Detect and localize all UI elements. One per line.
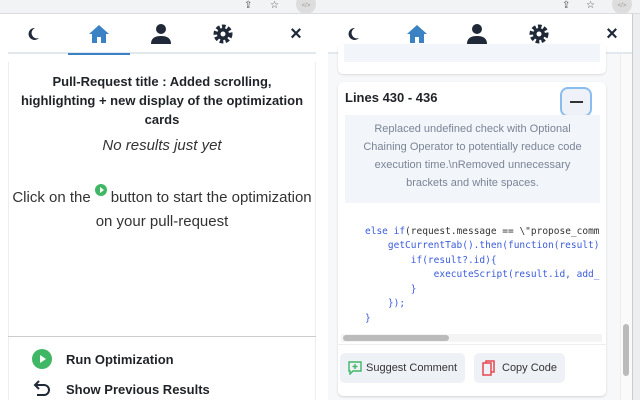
left-extension-panel: ⇪ ☆ </> × Pull-Request title : Added scr… xyxy=(0,0,320,400)
home-icon xyxy=(407,24,427,43)
share-icon[interactable]: ⇪ xyxy=(244,0,252,11)
close-icon: × xyxy=(606,22,618,45)
code-line: } xyxy=(365,312,371,324)
extension-icon[interactable]: </> xyxy=(296,0,316,14)
hint-after: button to start the optimization on your… xyxy=(95,189,312,230)
theme-toggle-button[interactable] xyxy=(18,14,48,54)
optimization-description: Replaced undefined check with Optional C… xyxy=(345,115,600,203)
copy-code-button[interactable]: Copy Code xyxy=(474,353,566,383)
close-button[interactable]: × xyxy=(284,14,308,54)
code-line: executeScript(result.id, add_ xyxy=(365,269,600,280)
card-actions: Suggest Comment Copy Code xyxy=(338,344,606,396)
show-previous-results-label: Show Previous Results xyxy=(66,381,210,397)
right-extension-panel: ⇪ ☆ </> × Lines 430 - 436 Replaced undef… xyxy=(320,0,640,400)
code-line: } xyxy=(365,283,417,295)
browser-toolbar: ⇪ ☆ </> xyxy=(0,0,320,14)
show-previous-results-button[interactable]: Show Previous Results xyxy=(32,379,210,399)
no-results-text: No results just yet xyxy=(102,137,222,154)
nav-bar: × xyxy=(8,14,316,55)
hint-text: Click on the button to start the optimiza… xyxy=(9,184,315,234)
vertical-scrollbar[interactable] xyxy=(620,54,632,400)
user-icon xyxy=(467,24,487,44)
collapse-button[interactable] xyxy=(560,87,592,117)
page-edge xyxy=(632,14,640,400)
user-icon xyxy=(151,24,171,44)
pr-title: Pull-Request title : Added scrolling, hi… xyxy=(20,74,304,127)
optimization-card: Lines 430 - 436 Replaced undefined check… xyxy=(338,82,606,396)
play-circle-icon xyxy=(32,349,52,369)
copy-code-label: Copy Code xyxy=(502,362,558,374)
tab-profile[interactable] xyxy=(146,14,176,54)
share-icon[interactable]: ⇪ xyxy=(562,0,570,11)
copy-icon xyxy=(482,360,495,376)
undo-arrow-icon xyxy=(33,380,50,396)
close-icon: × xyxy=(290,22,302,45)
home-icon xyxy=(89,24,109,43)
suggest-comment-label: Suggest Comment xyxy=(366,362,458,374)
tab-settings[interactable] xyxy=(208,14,238,54)
gear-icon xyxy=(213,24,233,44)
browser-toolbar: ⇪ ☆ </> xyxy=(320,0,640,14)
hint-before: Click on the xyxy=(12,189,91,206)
run-optimization-label: Run Optimization xyxy=(66,351,174,367)
optimization-list[interactable]: Lines 430 - 436 Replaced undefined check… xyxy=(328,44,628,400)
previous-optimization-card xyxy=(338,44,606,74)
run-optimization-button[interactable]: Run Optimization xyxy=(32,349,174,369)
minus-icon xyxy=(569,101,583,103)
comment-plus-icon xyxy=(348,361,362,375)
bookmark-star-icon[interactable]: ☆ xyxy=(270,0,279,11)
code-line: if(result?.id){ xyxy=(365,254,497,266)
suggest-comment-button[interactable]: Suggest Comment xyxy=(340,353,466,383)
card-title: Lines 430 - 436 xyxy=(345,90,438,105)
moon-icon xyxy=(28,27,39,40)
footer-menu: Run Optimization Show Previous Results xyxy=(8,336,316,400)
code-line: else if(request.message == \"propose_com… xyxy=(365,225,600,237)
tab-home[interactable] xyxy=(68,14,130,55)
code-line: getCurrentTab().then(function(result) xyxy=(365,240,600,251)
bookmark-star-icon[interactable]: ☆ xyxy=(586,0,595,11)
extension-icon[interactable]: </> xyxy=(612,0,632,14)
play-icon xyxy=(94,184,107,196)
horizontal-scrollbar[interactable] xyxy=(341,334,602,342)
moon-icon xyxy=(348,27,359,40)
gear-icon xyxy=(529,24,549,44)
code-block[interactable]: else if(request.message == \"propose_com… xyxy=(345,210,602,340)
code-line: }); xyxy=(365,298,406,309)
